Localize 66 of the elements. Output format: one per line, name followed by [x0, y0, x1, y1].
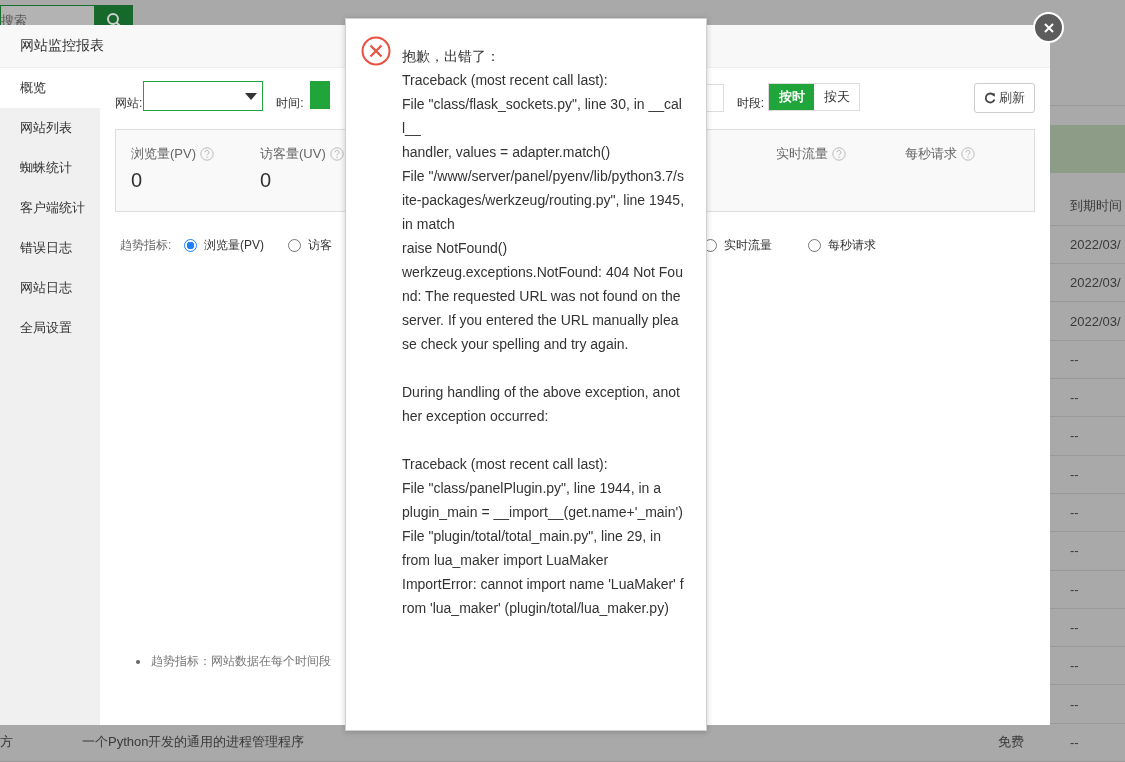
- sidebar-item[interactable]: 错误日志: [0, 228, 100, 268]
- error-message-line: 抱歉，出错了：: [402, 47, 501, 66]
- table-cell: --: [1070, 581, 1079, 597]
- stat-value: 0: [260, 169, 273, 192]
- error-message-line: File "plugin/total/total_main.py", line 29, in: [402, 527, 662, 546]
- error-message-line: plugin_main = __import__(get.name+'_main'): [402, 503, 684, 522]
- note-text: 趋势指标：网站数据在每个时间段: [151, 653, 331, 670]
- stat-label: 浏览量(PV): [131, 145, 196, 163]
- time-label: 时间:: [276, 95, 304, 112]
- caret-icon: [245, 92, 258, 100]
- error-message-line: from lua_maker import LuaMaker: [402, 551, 610, 570]
- trend-label: 趋势指标:: [120, 237, 173, 254]
- stat-label: 实时流量: [776, 145, 828, 163]
- table-cell: 方: [0, 734, 13, 750]
- help-icon: [832, 147, 846, 161]
- error-message-line: Traceback (most recent call last):: [402, 71, 609, 90]
- sidebar-item[interactable]: 全局设置: [0, 308, 100, 348]
- error-message-line: handler, values = adapter.match(): [402, 143, 612, 162]
- sidebar-item[interactable]: 网站列表: [0, 108, 100, 148]
- table-cell: 免费: [998, 734, 1024, 750]
- table-cell: --: [1070, 390, 1079, 406]
- sidebar-item[interactable]: 概览: [0, 68, 100, 108]
- close-icon: [1043, 22, 1054, 33]
- modal-title: 网站监控报表: [20, 37, 104, 55]
- help-icon: [200, 147, 214, 161]
- error-icon: [361, 36, 391, 66]
- error-message-line: Traceback (most recent call last):: [402, 455, 609, 474]
- stat-value: 0: [131, 169, 144, 192]
- refresh-button[interactable]: 刷新: [974, 83, 1035, 113]
- table-cell: --: [1070, 466, 1079, 482]
- close-button[interactable]: [1033, 12, 1064, 43]
- error-message-line: File "class/panelPlugin.py", line 1944, in a: [402, 479, 662, 498]
- help-icon: [329, 147, 344, 161]
- help-icon: [961, 147, 975, 161]
- sidebar-item[interactable]: 网站日志: [0, 268, 100, 308]
- table-cell: --: [1070, 505, 1079, 521]
- search-icon: [106, 12, 122, 28]
- stat-label: 每秒请求: [905, 145, 957, 163]
- site-select[interactable]: [143, 81, 264, 111]
- radio-option[interactable]: 访客: [288, 237, 392, 254]
- sidebar-item[interactable]: 蜘蛛统计: [0, 148, 100, 188]
- column-header: 到期时间: [1070, 197, 1123, 216]
- table-cell: 2022/03/: [1070, 313, 1121, 329]
- table-cell: --: [1070, 734, 1079, 750]
- stat-label: 访客量(UV): [260, 145, 326, 163]
- time-button[interactable]: [309, 81, 330, 109]
- sidebar-item[interactable]: 客户端统计: [0, 188, 100, 228]
- table-cell: --: [1070, 619, 1079, 635]
- radio-option[interactable]: 每秒请求: [808, 237, 912, 254]
- table-cell: --: [1070, 543, 1079, 559]
- site-label: 网站:: [115, 95, 143, 112]
- radio-option[interactable]: 浏览量(PV): [184, 237, 288, 254]
- error-message-line: werkzeug.exceptions.NotFound: 404 Not Found: The requested URL was not found on the server. If you entered the URL manually please check your spelling and try again.: [402, 263, 684, 354]
- refresh-icon: [984, 92, 996, 104]
- period-label: 时段:: [736, 95, 764, 112]
- table-cell: 2022/03/: [1070, 275, 1121, 291]
- error-message-line: ImportError: cannot import name 'LuaMaker' from 'lua_maker' (plugin/total/lua_maker.py): [402, 575, 685, 618]
- table-cell: --: [1070, 658, 1079, 674]
- table-cell: 2022/03/: [1070, 237, 1121, 252]
- table-cell: --: [1070, 696, 1079, 712]
- table-cell: --: [1070, 351, 1079, 367]
- error-message-line: During handling of the above exception, another exception occurred:: [402, 383, 681, 426]
- bullet-icon: [136, 659, 140, 664]
- table-cell: 一个Python开发的通用的进程管理程序: [82, 734, 305, 750]
- table-cell: --: [1070, 428, 1079, 444]
- error-message-line: raise NotFound(): [402, 239, 509, 258]
